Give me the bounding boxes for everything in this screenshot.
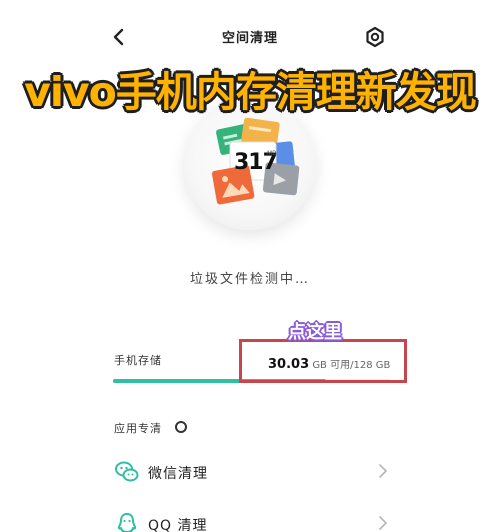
chevron-right-icon bbox=[379, 516, 387, 530]
wechat-icon bbox=[115, 461, 139, 482]
highlight-box bbox=[239, 339, 407, 383]
overlay-headline: vivo手机内存清理新发现 bbox=[24, 68, 477, 116]
hint-label: 点这里 bbox=[288, 322, 342, 343]
chevron-right-icon bbox=[379, 464, 387, 478]
gear-icon bbox=[366, 26, 384, 48]
page-title: 空间清理 bbox=[221, 31, 278, 46]
junk-size-unit: MB bbox=[267, 150, 277, 157]
list-item-label: 微信清理 bbox=[148, 466, 208, 482]
qq-icon bbox=[117, 513, 137, 532]
loading-ring-icon bbox=[175, 421, 187, 433]
scan-status-text: 垃圾文件检测中… bbox=[189, 272, 310, 287]
storage-label: 手机存储 bbox=[114, 354, 162, 367]
settings-button[interactable] bbox=[363, 25, 387, 49]
list-item-qq-cleanup[interactable]: QQ 清理 bbox=[110, 503, 396, 532]
section-title: 应用专清 bbox=[114, 422, 162, 435]
list-item-wechat-cleanup[interactable]: 微信清理 bbox=[110, 451, 396, 491]
list-item-label: QQ 清理 bbox=[148, 518, 208, 532]
